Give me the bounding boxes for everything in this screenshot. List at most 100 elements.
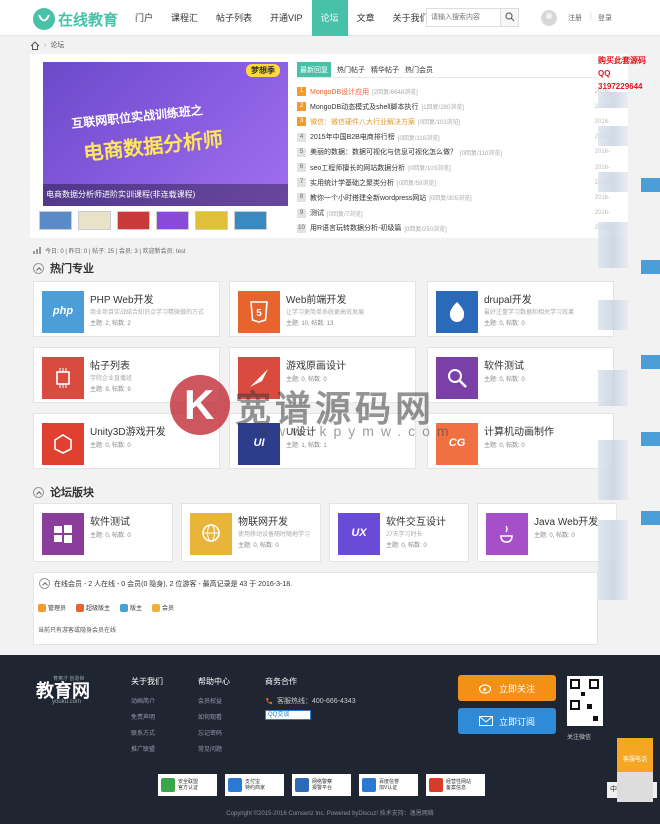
footer-link[interactable]: 常见问题 [198, 744, 230, 753]
forum-card[interactable]: UX 软件交互设计 27天学习时长 主题: 0, 帖数: 0 [329, 503, 469, 562]
nav-item-articles[interactable]: 文章 [348, 0, 384, 36]
card-title[interactable]: 软件测试 [90, 513, 130, 528]
tab-hot-members[interactable]: 热门会员 [405, 65, 433, 75]
banner-thumb[interactable] [156, 211, 189, 230]
footer: 育英才 创造世 教育网 youku.com 关于我们 动画简介 免责声明 联系方… [0, 655, 660, 824]
back-to-top-button[interactable] [617, 772, 653, 802]
footer-link[interactable]: 动画简介 [131, 696, 163, 705]
nav-item-vip[interactable]: 开通VIP [261, 0, 312, 36]
post-title[interactable]: 实用统计学基础之聚类分析 [310, 178, 394, 188]
forum-card[interactable]: php PHP Web开发 商业项目实战结合知识点学习精微做的方式 主题: 2, 帖数… [33, 281, 220, 337]
nav-item-courses[interactable]: 课程汇 [162, 0, 207, 36]
card-title[interactable]: drupal开发 [484, 291, 532, 306]
forum-card[interactable]: 5 Web前端开发 让学习更简单系统更高效发展 主题: 10, 帖数: 13 [229, 281, 416, 337]
tab-hot-posts[interactable]: 热门帖子 [337, 65, 365, 75]
collapse-icon[interactable] [39, 578, 50, 589]
side-tab[interactable] [641, 260, 660, 274]
footer-link[interactable]: 联系方式 [131, 728, 163, 737]
banner-thumb[interactable] [117, 211, 150, 230]
list-item[interactable]: 1MongoDB设计应用[2回复/6648浏览]2016- [297, 84, 610, 99]
list-item[interactable]: 10用R语言玩转数据分析-初级篇[0回复/250浏览]2016- [297, 221, 610, 236]
list-item[interactable]: 7实用统计学基础之聚类分析[0回复/59浏览]2016- [297, 175, 610, 190]
side-tab[interactable] [641, 178, 660, 192]
card-title[interactable]: Unity3D游戏开发 [90, 423, 166, 438]
forum-card[interactable]: 软件测试 主题: 0, 帖数: 0 [427, 347, 614, 403]
forum-card[interactable]: 物联网开发 使用移动设备随时随地学习 主题: 0, 帖数: 0 [181, 503, 321, 562]
footer-help: 帮助中心 会员权益 如何观看 忘记密码 常见问题 [198, 676, 230, 760]
forum-card[interactable]: drupal开发 最好注重学习数据和相关学习效果 主题: 0, 帖数: 0 [427, 281, 614, 337]
nav-item-forum[interactable]: 论坛 [311, 0, 348, 36]
list-item[interactable]: 9 测试 [0回复/7浏览] 2016- [297, 206, 610, 221]
trust-badge[interactable]: 安全联盟 官方认证 [158, 774, 217, 796]
forum-card[interactable]: 软件测试 主题: 0, 帖数: 0 [33, 503, 173, 562]
footer-link[interactable]: 免责声明 [131, 712, 163, 721]
post-title[interactable]: 美丽的数据：数据可视化与信息可视化怎么做？ [310, 147, 457, 157]
card-title[interactable]: 物联网开发 [238, 513, 288, 528]
post-title[interactable]: 2015年中国B2B电商排行榜 [310, 132, 395, 142]
qq-chat-button[interactable]: QQ交谈 [265, 710, 311, 720]
nav-item-posts[interactable]: 帖子列表 [207, 0, 261, 36]
home-icon[interactable] [30, 40, 40, 50]
tab-digest-posts[interactable]: 精华帖子 [371, 65, 399, 75]
card-title[interactable]: Web前端开发 [286, 291, 346, 306]
card-title[interactable]: 计算机动画制作 [484, 423, 554, 438]
follow-button[interactable]: 立即关注 [458, 675, 556, 701]
side-tab[interactable] [641, 432, 660, 446]
banner-thumb[interactable] [234, 211, 267, 230]
tab-latest-replies[interactable]: 最新回复 [297, 62, 331, 78]
post-title[interactable]: seo工程师擅长的网站数据分析 [310, 163, 405, 173]
search-button[interactable] [500, 9, 518, 26]
trust-badge[interactable]: 网络警察 报警平台 [292, 774, 351, 796]
banner-tag: 梦想季 [246, 64, 280, 77]
footer-link[interactable]: 会员权益 [198, 696, 230, 705]
footer-link[interactable]: 如何观看 [198, 712, 230, 721]
card-title[interactable]: 软件测试 [484, 357, 524, 372]
list-item[interactable]: 2MongoDB动态模式及shell脚本执行[1回复/280浏览]2016- [297, 99, 610, 114]
banner-slide[interactable]: 梦想季 互联网职位实战训练班之 电商数据分析师 电商数据分析师进阶实训课程(非连… [43, 62, 288, 206]
side-tab[interactable] [641, 355, 660, 369]
post-title[interactable]: 测试 [310, 208, 324, 218]
collapse-icon[interactable] [33, 486, 44, 498]
trust-badge[interactable]: 百度信誉 加V认证 [359, 774, 418, 796]
forum-card[interactable]: Java Web开发 主题: 0, 帖数: 0 [477, 503, 617, 562]
card-title[interactable]: 游戏原画设计 [286, 357, 346, 372]
badge-text: 网络警察 报警平台 [312, 779, 332, 791]
trust-badge[interactable]: 支付宝 特约商家 [225, 774, 284, 796]
post-title[interactable]: MongoDB动态模式及shell脚本执行 [310, 102, 419, 112]
list-item[interactable]: 8 教你一个小时搭建全新wordpress网站 [0回复/305浏览] 2016- [297, 190, 610, 205]
post-title[interactable]: MongoDB设计应用 [310, 87, 369, 97]
footer-link[interactable]: 推广联盟 [131, 744, 163, 753]
footer-link[interactable]: 忘记密码 [198, 728, 230, 737]
side-hotline-button[interactable]: 客服电话 [617, 738, 653, 772]
banner-thumb[interactable] [39, 211, 72, 230]
post-title[interactable]: 教你一个小时搭建全新wordpress网站 [310, 193, 426, 203]
badge-line2: 备案信息 [446, 785, 467, 791]
collapse-icon[interactable] [33, 262, 44, 274]
nav-item-portal[interactable]: 门户 [126, 0, 162, 36]
trust-badge[interactable]: 经营性网站 备案信息 [426, 774, 485, 796]
register-link[interactable]: 注册 [568, 13, 582, 23]
banner-thumb[interactable] [195, 211, 228, 230]
side-tab[interactable] [641, 511, 660, 525]
list-item[interactable]: 6 seo工程师擅长的网站数据分析 [0回复/103浏览] 2016- [297, 160, 610, 175]
logo-text[interactable]: 在线教育 [58, 9, 118, 30]
card-title[interactable]: 软件交互设计 [386, 513, 446, 528]
post-title[interactable]: 微信：微信硬件八大行业解决方案 [310, 117, 415, 127]
card-title[interactable]: PHP Web开发 [90, 291, 154, 306]
list-item[interactable]: 42015年中国B2B电商排行榜[0回复/116浏览]2016- [297, 130, 610, 145]
list-item[interactable]: 3 微信：微信硬件八大行业解决方案 [0回复/103浏览] 2016- [297, 114, 610, 129]
search-input[interactable] [427, 9, 501, 26]
post-title[interactable]: 用R语言玩转数据分析-初级篇 [310, 223, 401, 233]
banner-thumb[interactable] [78, 211, 111, 230]
avatar[interactable] [541, 10, 557, 26]
banner-caption[interactable]: 电商数据分析师进阶实训课程(非连载课程) [43, 184, 288, 206]
breadcrumb-forum[interactable]: 论坛 [50, 40, 64, 50]
card-title[interactable]: 帖子列表 [90, 357, 130, 372]
login-link[interactable]: 登录 [598, 13, 612, 23]
subscribe-button[interactable]: 立即订阅 [458, 708, 556, 734]
logo-icon[interactable] [33, 8, 55, 30]
windows-icon [42, 513, 84, 555]
list-item[interactable]: 5 美丽的数据：数据可视化与信息可视化怎么做？ [0回复/110浏览] 2016- [297, 145, 610, 160]
card-title[interactable]: Java Web开发 [534, 513, 598, 528]
forum-card[interactable]: CG 计算机动画制作 主题: 0, 帖数: 0 [427, 413, 614, 469]
